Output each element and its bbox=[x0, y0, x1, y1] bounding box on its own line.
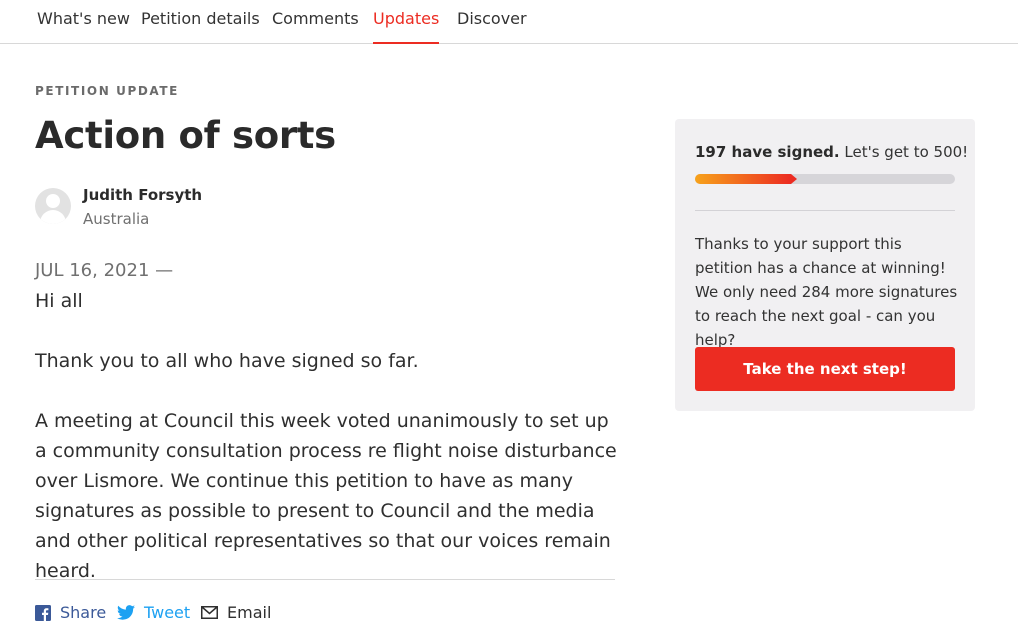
update-date: JUL 16, 2021 — bbox=[35, 260, 174, 281]
tab-comments[interactable]: Comments bbox=[272, 9, 359, 28]
goal-text: Let's get to 500! bbox=[844, 143, 969, 161]
twitter-icon bbox=[117, 605, 135, 620]
tab-bar: What's new Petition details Comments Upd… bbox=[0, 0, 1018, 44]
share-email-button[interactable]: Email bbox=[201, 603, 271, 622]
signature-progress-card: 197 have signed. Let's get to 500! Thank… bbox=[675, 119, 975, 411]
share-twitter-label: Tweet bbox=[144, 603, 191, 622]
update-paragraph: Thank you to all who have signed so far. bbox=[35, 350, 419, 372]
tab-whats-new[interactable]: What's new bbox=[37, 9, 130, 28]
update-paragraph: Hi all bbox=[35, 290, 83, 312]
take-next-step-button[interactable]: Take the next step! bbox=[695, 347, 955, 391]
signature-count: 197 have signed. Let's get to 500! bbox=[695, 143, 968, 161]
tab-discover[interactable]: Discover bbox=[457, 9, 527, 28]
signed-count-text: 197 have signed. bbox=[695, 143, 840, 161]
progress-bar-fill bbox=[695, 174, 791, 184]
tab-petition-details[interactable]: Petition details bbox=[141, 9, 260, 28]
progress-bar-tip bbox=[791, 174, 797, 184]
share-bar: Share Tweet Email bbox=[35, 603, 635, 625]
author-location: Australia bbox=[83, 210, 150, 228]
update-title: Action of sorts bbox=[35, 114, 336, 157]
support-message: Thanks to your support this petition has… bbox=[695, 235, 958, 349]
progress-bar bbox=[695, 174, 955, 184]
author-avatar-icon bbox=[35, 188, 71, 224]
envelope-icon bbox=[201, 606, 218, 619]
content-divider bbox=[35, 579, 615, 580]
share-facebook-button[interactable]: Share bbox=[35, 603, 106, 622]
share-email-label: Email bbox=[227, 603, 272, 622]
sidebar-divider bbox=[695, 210, 955, 211]
facebook-icon bbox=[35, 604, 51, 621]
tab-updates[interactable]: Updates bbox=[373, 9, 439, 28]
active-tab-indicator bbox=[373, 42, 439, 44]
share-twitter-button[interactable]: Tweet bbox=[117, 603, 190, 622]
update-kicker: PETITION UPDATE bbox=[35, 84, 179, 98]
update-paragraph: A meeting at Council this week voted una… bbox=[35, 410, 617, 582]
share-facebook-label: Share bbox=[60, 603, 107, 622]
author-name[interactable]: Judith Forsyth bbox=[83, 186, 202, 204]
